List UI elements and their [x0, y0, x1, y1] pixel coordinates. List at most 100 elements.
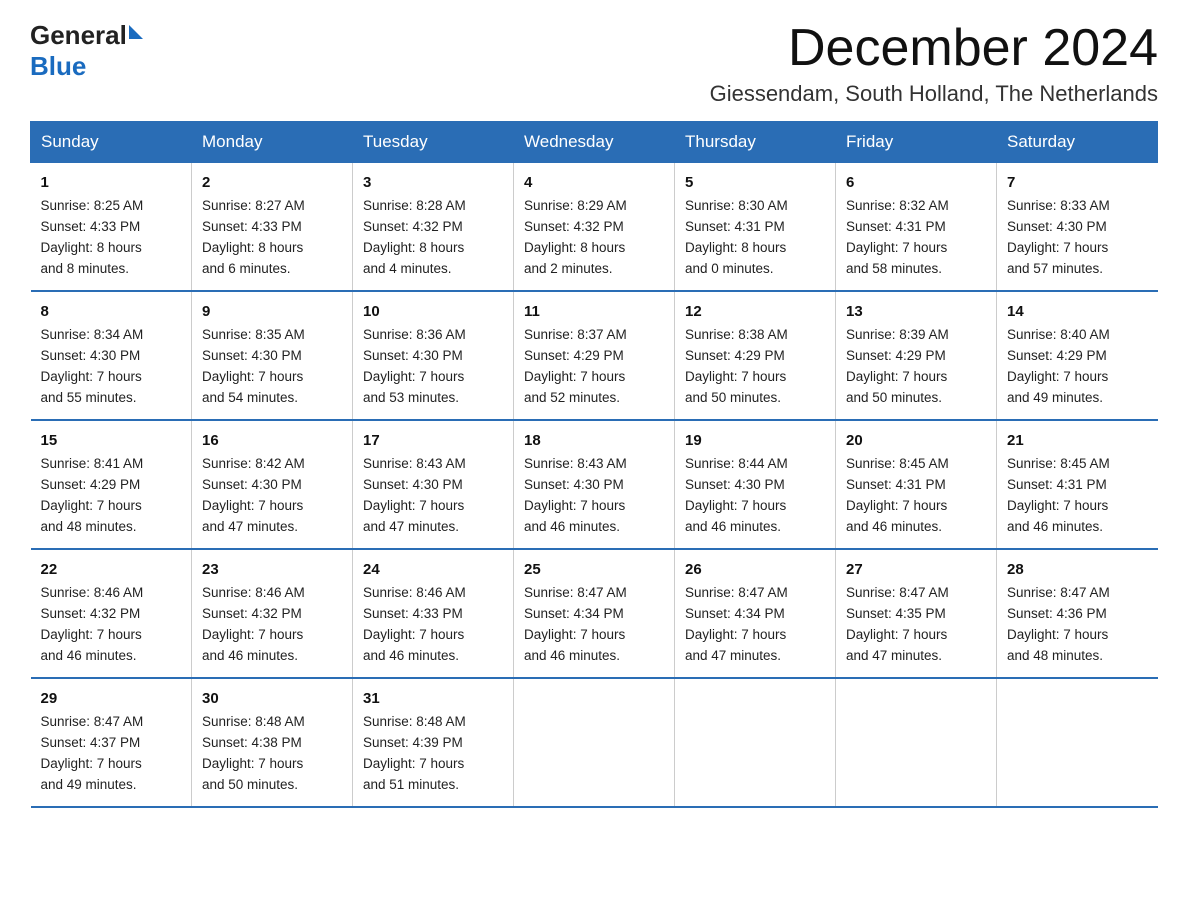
calendar-cell: 21Sunrise: 8:45 AM Sunset: 4:31 PM Dayli…	[997, 420, 1158, 549]
calendar-cell: 27Sunrise: 8:47 AM Sunset: 4:35 PM Dayli…	[836, 549, 997, 678]
logo-general-text: General	[30, 20, 127, 51]
calendar-cell: 3Sunrise: 8:28 AM Sunset: 4:32 PM Daylig…	[353, 163, 514, 291]
calendar-header-row: SundayMondayTuesdayWednesdayThursdayFrid…	[31, 122, 1158, 163]
day-number: 1	[41, 171, 184, 194]
day-number: 11	[524, 300, 666, 323]
day-header-sunday: Sunday	[31, 122, 192, 163]
day-info: Sunrise: 8:44 AM Sunset: 4:30 PM Dayligh…	[685, 454, 827, 538]
day-number: 25	[524, 558, 666, 581]
day-info: Sunrise: 8:35 AM Sunset: 4:30 PM Dayligh…	[202, 325, 344, 409]
day-number: 19	[685, 429, 827, 452]
day-number: 4	[524, 171, 666, 194]
day-number: 2	[202, 171, 344, 194]
day-number: 6	[846, 171, 988, 194]
day-header-thursday: Thursday	[675, 122, 836, 163]
day-number: 28	[1007, 558, 1150, 581]
calendar-cell: 28Sunrise: 8:47 AM Sunset: 4:36 PM Dayli…	[997, 549, 1158, 678]
day-info: Sunrise: 8:47 AM Sunset: 4:35 PM Dayligh…	[846, 583, 988, 667]
logo-triangle-icon	[129, 25, 143, 39]
calendar-cell: 20Sunrise: 8:45 AM Sunset: 4:31 PM Dayli…	[836, 420, 997, 549]
calendar-cell: 16Sunrise: 8:42 AM Sunset: 4:30 PM Dayli…	[192, 420, 353, 549]
calendar-cell: 10Sunrise: 8:36 AM Sunset: 4:30 PM Dayli…	[353, 291, 514, 420]
calendar-subtitle: Giessendam, South Holland, The Netherlan…	[710, 81, 1158, 107]
day-info: Sunrise: 8:42 AM Sunset: 4:30 PM Dayligh…	[202, 454, 344, 538]
day-number: 18	[524, 429, 666, 452]
day-number: 3	[363, 171, 505, 194]
day-number: 12	[685, 300, 827, 323]
day-number: 9	[202, 300, 344, 323]
day-info: Sunrise: 8:40 AM Sunset: 4:29 PM Dayligh…	[1007, 325, 1150, 409]
day-number: 17	[363, 429, 505, 452]
day-info: Sunrise: 8:46 AM Sunset: 4:32 PM Dayligh…	[41, 583, 184, 667]
day-info: Sunrise: 8:27 AM Sunset: 4:33 PM Dayligh…	[202, 196, 344, 280]
day-info: Sunrise: 8:29 AM Sunset: 4:32 PM Dayligh…	[524, 196, 666, 280]
calendar-cell	[836, 678, 997, 807]
calendar-cell: 22Sunrise: 8:46 AM Sunset: 4:32 PM Dayli…	[31, 549, 192, 678]
calendar-week-row: 22Sunrise: 8:46 AM Sunset: 4:32 PM Dayli…	[31, 549, 1158, 678]
day-header-friday: Friday	[836, 122, 997, 163]
day-info: Sunrise: 8:37 AM Sunset: 4:29 PM Dayligh…	[524, 325, 666, 409]
calendar-cell: 29Sunrise: 8:47 AM Sunset: 4:37 PM Dayli…	[31, 678, 192, 807]
day-number: 21	[1007, 429, 1150, 452]
day-header-monday: Monday	[192, 122, 353, 163]
day-number: 10	[363, 300, 505, 323]
day-info: Sunrise: 8:34 AM Sunset: 4:30 PM Dayligh…	[41, 325, 184, 409]
calendar-cell	[997, 678, 1158, 807]
day-number: 5	[685, 171, 827, 194]
day-header-wednesday: Wednesday	[514, 122, 675, 163]
calendar-cell: 13Sunrise: 8:39 AM Sunset: 4:29 PM Dayli…	[836, 291, 997, 420]
day-number: 16	[202, 429, 344, 452]
day-info: Sunrise: 8:28 AM Sunset: 4:32 PM Dayligh…	[363, 196, 505, 280]
day-info: Sunrise: 8:47 AM Sunset: 4:36 PM Dayligh…	[1007, 583, 1150, 667]
day-number: 14	[1007, 300, 1150, 323]
day-number: 31	[363, 687, 505, 710]
calendar-cell: 19Sunrise: 8:44 AM Sunset: 4:30 PM Dayli…	[675, 420, 836, 549]
day-info: Sunrise: 8:45 AM Sunset: 4:31 PM Dayligh…	[1007, 454, 1150, 538]
day-info: Sunrise: 8:45 AM Sunset: 4:31 PM Dayligh…	[846, 454, 988, 538]
day-number: 24	[363, 558, 505, 581]
day-number: 27	[846, 558, 988, 581]
calendar-cell	[514, 678, 675, 807]
day-number: 22	[41, 558, 184, 581]
calendar-cell: 31Sunrise: 8:48 AM Sunset: 4:39 PM Dayli…	[353, 678, 514, 807]
title-block: December 2024 Giessendam, South Holland,…	[710, 20, 1158, 107]
day-header-tuesday: Tuesday	[353, 122, 514, 163]
day-info: Sunrise: 8:48 AM Sunset: 4:38 PM Dayligh…	[202, 712, 344, 796]
calendar-week-row: 1Sunrise: 8:25 AM Sunset: 4:33 PM Daylig…	[31, 163, 1158, 291]
calendar-week-row: 29Sunrise: 8:47 AM Sunset: 4:37 PM Dayli…	[31, 678, 1158, 807]
calendar-cell: 26Sunrise: 8:47 AM Sunset: 4:34 PM Dayli…	[675, 549, 836, 678]
calendar-cell: 9Sunrise: 8:35 AM Sunset: 4:30 PM Daylig…	[192, 291, 353, 420]
calendar-cell: 4Sunrise: 8:29 AM Sunset: 4:32 PM Daylig…	[514, 163, 675, 291]
day-number: 7	[1007, 171, 1150, 194]
calendar-cell: 30Sunrise: 8:48 AM Sunset: 4:38 PM Dayli…	[192, 678, 353, 807]
calendar-cell: 25Sunrise: 8:47 AM Sunset: 4:34 PM Dayli…	[514, 549, 675, 678]
day-number: 29	[41, 687, 184, 710]
calendar-table: SundayMondayTuesdayWednesdayThursdayFrid…	[30, 121, 1158, 808]
calendar-week-row: 8Sunrise: 8:34 AM Sunset: 4:30 PM Daylig…	[31, 291, 1158, 420]
day-number: 20	[846, 429, 988, 452]
day-info: Sunrise: 8:25 AM Sunset: 4:33 PM Dayligh…	[41, 196, 184, 280]
calendar-week-row: 15Sunrise: 8:41 AM Sunset: 4:29 PM Dayli…	[31, 420, 1158, 549]
calendar-cell: 15Sunrise: 8:41 AM Sunset: 4:29 PM Dayli…	[31, 420, 192, 549]
day-info: Sunrise: 8:43 AM Sunset: 4:30 PM Dayligh…	[524, 454, 666, 538]
logo: General Blue	[30, 20, 143, 82]
day-number: 15	[41, 429, 184, 452]
day-info: Sunrise: 8:48 AM Sunset: 4:39 PM Dayligh…	[363, 712, 505, 796]
calendar-cell: 18Sunrise: 8:43 AM Sunset: 4:30 PM Dayli…	[514, 420, 675, 549]
calendar-cell: 17Sunrise: 8:43 AM Sunset: 4:30 PM Dayli…	[353, 420, 514, 549]
day-info: Sunrise: 8:47 AM Sunset: 4:37 PM Dayligh…	[41, 712, 184, 796]
calendar-body: 1Sunrise: 8:25 AM Sunset: 4:33 PM Daylig…	[31, 163, 1158, 807]
calendar-cell: 2Sunrise: 8:27 AM Sunset: 4:33 PM Daylig…	[192, 163, 353, 291]
page-header: General Blue December 2024 Giessendam, S…	[30, 20, 1158, 107]
day-info: Sunrise: 8:41 AM Sunset: 4:29 PM Dayligh…	[41, 454, 184, 538]
calendar-cell	[675, 678, 836, 807]
day-info: Sunrise: 8:39 AM Sunset: 4:29 PM Dayligh…	[846, 325, 988, 409]
calendar-cell: 8Sunrise: 8:34 AM Sunset: 4:30 PM Daylig…	[31, 291, 192, 420]
calendar-cell: 1Sunrise: 8:25 AM Sunset: 4:33 PM Daylig…	[31, 163, 192, 291]
calendar-cell: 5Sunrise: 8:30 AM Sunset: 4:31 PM Daylig…	[675, 163, 836, 291]
day-number: 23	[202, 558, 344, 581]
calendar-cell: 6Sunrise: 8:32 AM Sunset: 4:31 PM Daylig…	[836, 163, 997, 291]
day-info: Sunrise: 8:46 AM Sunset: 4:32 PM Dayligh…	[202, 583, 344, 667]
day-number: 13	[846, 300, 988, 323]
logo-blue-text: Blue	[30, 51, 86, 82]
